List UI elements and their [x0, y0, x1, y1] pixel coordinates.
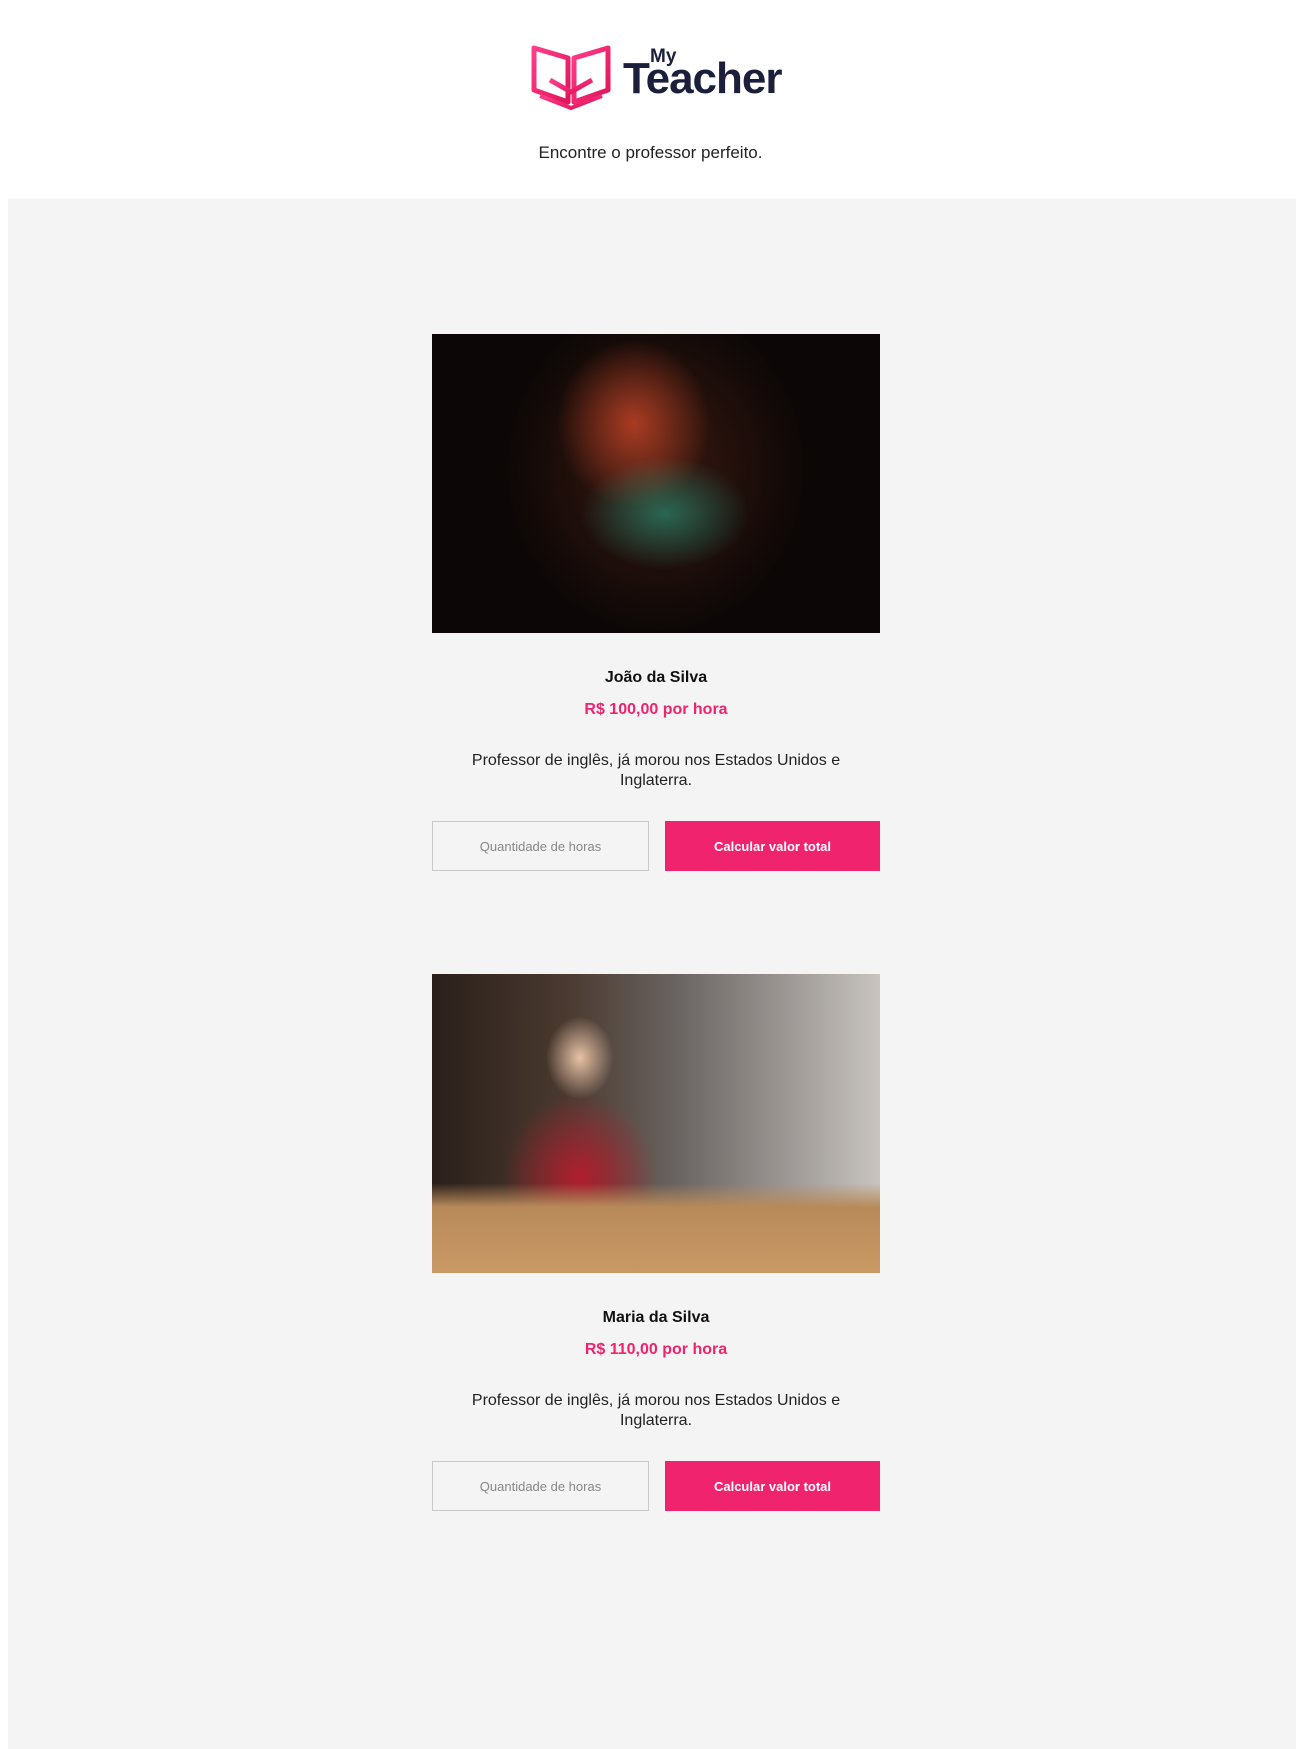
- book-icon: [531, 45, 611, 110]
- teacher-description: Professor de inglês, já morou nos Estado…: [471, 1392, 841, 1429]
- tagline: Encontre o professor perfeito.: [538, 143, 763, 162]
- calc-controls: Calcular valor total: [432, 821, 880, 871]
- teacher-card: João da Silva R$ 100,00 por hora Profess…: [432, 334, 880, 871]
- hours-input[interactable]: [432, 821, 649, 871]
- teacher-name: João da Silva: [604, 669, 708, 686]
- teacher-list: João da Silva R$ 100,00 por hora Profess…: [8, 199, 1296, 1749]
- teacher-price: R$ 110,00 por hora: [584, 1341, 728, 1358]
- my-teacher-logo: My Teacher: [530, 40, 790, 116]
- page-header: My Teacher Encontre o professor perfeito…: [0, 0, 1301, 200]
- teacher-card: Maria da Silva R$ 110,00 por hora Profes…: [432, 974, 880, 1511]
- calculate-total-button[interactable]: Calcular valor total: [665, 1461, 880, 1511]
- teacher-name: Maria da Silva: [602, 1309, 710, 1326]
- teacher-price: R$ 100,00 por hora: [584, 701, 728, 718]
- teacher-photo: [432, 334, 880, 633]
- logo-teacher-text: Teacher: [623, 54, 782, 103]
- hours-input[interactable]: [432, 1461, 649, 1511]
- teacher-photo: [432, 974, 880, 1273]
- calculate-total-button[interactable]: Calcular valor total: [665, 821, 880, 871]
- calc-controls: Calcular valor total: [432, 1461, 880, 1511]
- teacher-description: Professor de inglês, já morou nos Estado…: [471, 752, 841, 789]
